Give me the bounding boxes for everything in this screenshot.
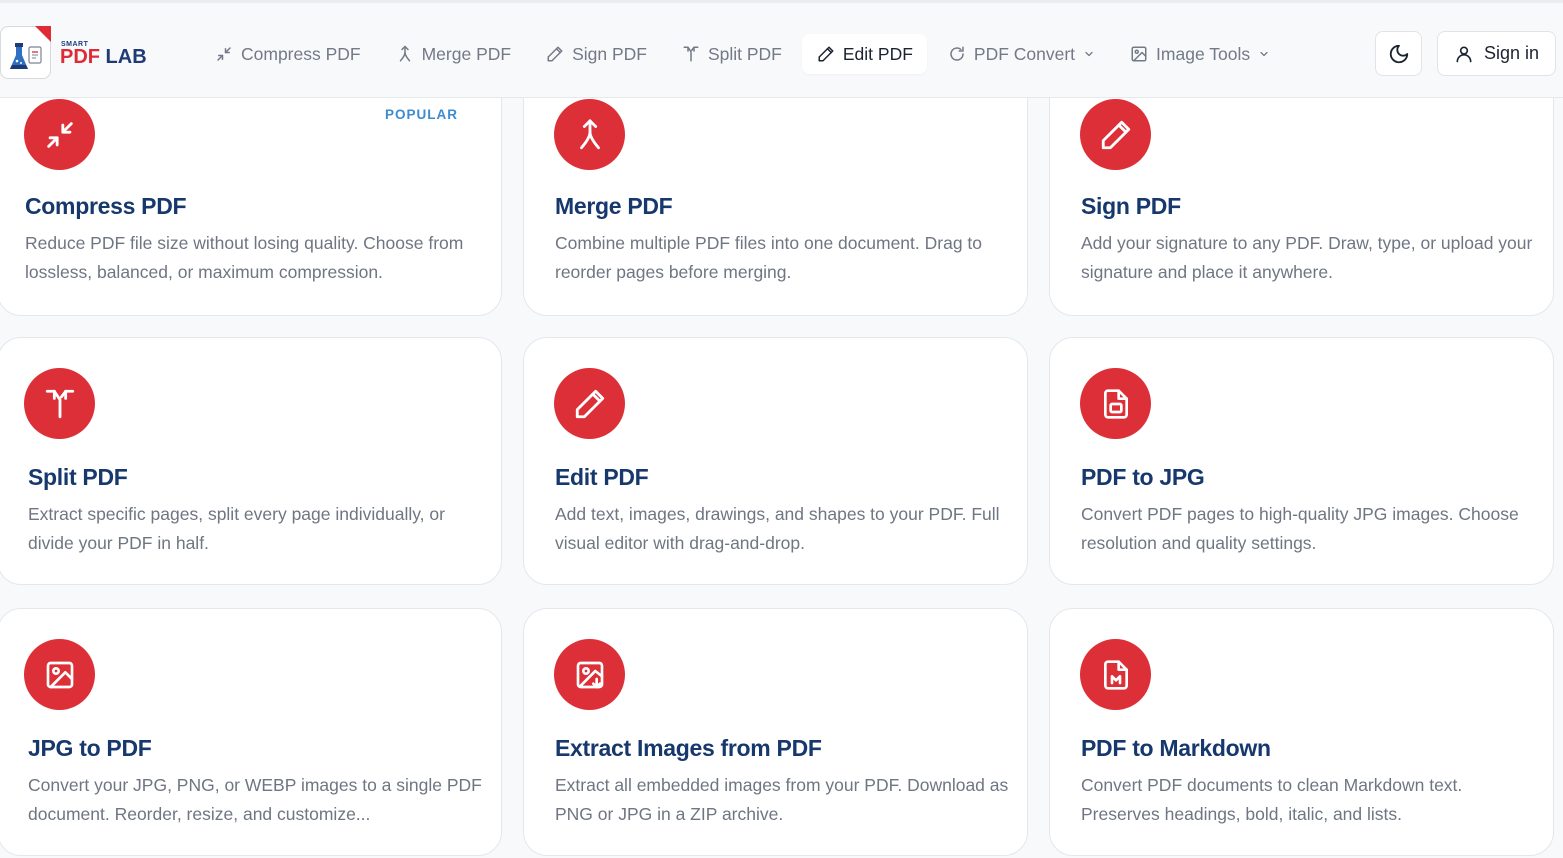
merge-icon xyxy=(554,99,625,170)
card-description: Add text, images, drawings, and shapes t… xyxy=(555,504,1000,553)
merge-icon xyxy=(395,44,415,64)
card-title: Extract Images from PDF xyxy=(555,735,822,761)
card-title: Split PDF xyxy=(28,464,128,490)
card-title: Edit PDF xyxy=(555,464,649,490)
main-nav: Compress PDF Merge PDF Sign PDF Split PD… xyxy=(200,34,1290,74)
nav-label: PDF Convert xyxy=(973,43,1076,64)
tool-card-extract-images[interactable]: Extract Images from PDF Extract all embe… xyxy=(523,608,1028,856)
pencil-icon xyxy=(816,44,836,64)
nav-split-pdf[interactable]: Split PDF xyxy=(667,34,796,74)
tool-card-pdf-to-markdown[interactable]: PDF to Markdown Convert PDF documents to… xyxy=(1049,608,1554,856)
tool-card-jpg-to-pdf[interactable]: JPG to PDF Convert your JPG, PNG, or WEB… xyxy=(0,608,502,856)
nav-sign-pdf[interactable]: Sign PDF xyxy=(531,34,661,74)
nav-label: Image Tools xyxy=(1156,43,1251,64)
nav-label: Compress PDF xyxy=(241,43,361,64)
card-description: Combine multiple PDF files into one docu… xyxy=(555,233,983,282)
nav-label: Split PDF xyxy=(707,43,782,64)
theme-toggle-button[interactable] xyxy=(1375,31,1422,76)
card-description: Extract all embedded images from your PD… xyxy=(555,775,1009,824)
card-title: Compress PDF xyxy=(25,193,187,219)
split-icon xyxy=(24,368,95,439)
popular-badge: POPULAR xyxy=(384,107,458,122)
tool-card-compress-pdf[interactable]: POPULAR Compress PDF Reduce PDF file siz… xyxy=(0,68,502,316)
card-title: Sign PDF xyxy=(1081,193,1181,219)
pencil-icon xyxy=(1080,99,1151,170)
nav-label: Sign PDF xyxy=(572,43,647,64)
tool-card-pdf-to-jpg[interactable]: PDF to JPG Convert PDF pages to high-qua… xyxy=(1049,337,1554,585)
nav-compress-pdf[interactable]: Compress PDF xyxy=(200,34,375,74)
pencil-icon xyxy=(545,44,565,64)
tool-card-split-pdf[interactable]: Split PDF Extract specific pages, split … xyxy=(0,337,502,585)
split-icon xyxy=(681,44,701,64)
card-title: PDF to JPG xyxy=(1081,464,1205,490)
card-description: Reduce PDF file size without losing qual… xyxy=(25,233,464,282)
chevron-down-icon xyxy=(1258,48,1270,60)
nav-merge-pdf[interactable]: Merge PDF xyxy=(381,34,525,74)
brand-logo[interactable]: SMART PDF LAB xyxy=(0,26,150,80)
nav-image-tools[interactable]: Image Tools xyxy=(1115,34,1284,74)
tool-card-merge-pdf[interactable]: Merge PDF Combine multiple PDF files int… xyxy=(523,68,1028,316)
file-markdown-icon xyxy=(1080,639,1151,710)
tool-card-sign-pdf[interactable]: Sign PDF Add your signature to any PDF. … xyxy=(1049,68,1554,316)
logo-text: PDF LAB xyxy=(60,46,147,68)
user-icon xyxy=(1454,44,1474,64)
card-description: Convert your JPG, PNG, or WEBP images to… xyxy=(28,775,482,824)
moon-icon xyxy=(1389,44,1408,63)
image-icon xyxy=(24,639,95,710)
sign-in-label: Sign in xyxy=(1483,43,1540,63)
tool-card-edit-pdf[interactable]: Edit PDF Add text, images, drawings, and… xyxy=(523,337,1028,585)
card-description: Convert PDF pages to high-quality JPG im… xyxy=(1081,504,1519,553)
nav-edit-pdf[interactable]: Edit PDF xyxy=(801,34,927,74)
nav-pdf-convert[interactable]: PDF Convert xyxy=(933,34,1109,74)
card-description: Extract specific pages, split every page… xyxy=(28,504,445,553)
compress-icon xyxy=(214,44,234,64)
card-title: PDF to Markdown xyxy=(1081,735,1271,761)
refresh-icon xyxy=(947,44,967,64)
sign-in-button[interactable]: Sign in xyxy=(1437,31,1556,76)
top-navbar: SMART PDF LAB Compress PDF Merge PDF Sig… xyxy=(0,0,1563,98)
card-description: Convert PDF documents to clean Markdown … xyxy=(1081,775,1463,824)
nav-label: Edit PDF xyxy=(842,43,913,64)
pencil-icon xyxy=(554,368,625,439)
image-extract-icon xyxy=(554,639,625,710)
logo-badge xyxy=(0,26,51,79)
flask-icon xyxy=(10,43,42,69)
card-description: Add your signature to any PDF. Draw, typ… xyxy=(1081,233,1533,282)
card-title: JPG to PDF xyxy=(28,735,152,761)
compress-icon xyxy=(24,99,95,170)
chevron-down-icon xyxy=(1083,48,1095,60)
file-image-icon xyxy=(1080,368,1151,439)
nav-label: Merge PDF xyxy=(421,43,512,64)
image-icon xyxy=(1129,44,1149,64)
card-title: Merge PDF xyxy=(555,193,673,219)
